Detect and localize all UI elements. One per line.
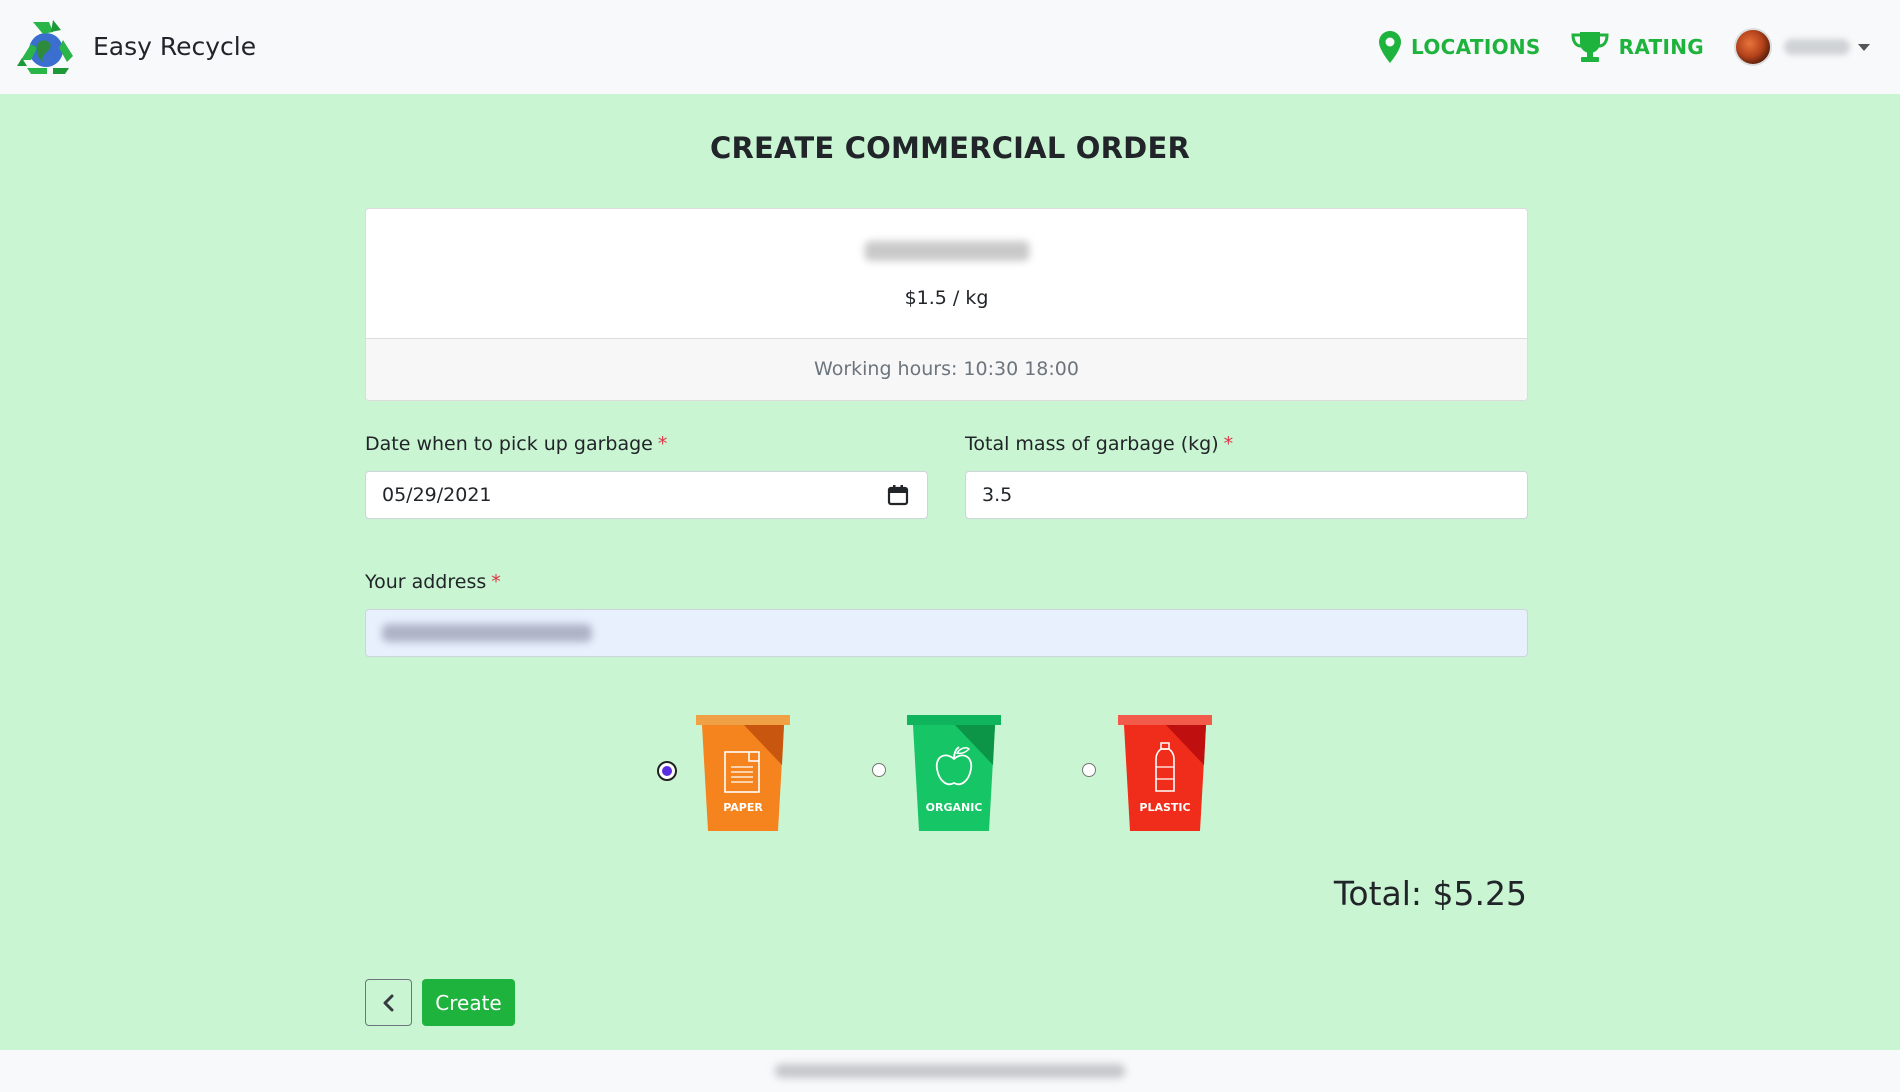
avatar: [1734, 28, 1772, 66]
date-input-value: 05/29/2021: [382, 484, 492, 506]
location-card-body: $1.5 / kg: [366, 209, 1527, 339]
location-price: $1.5 / kg: [904, 287, 989, 309]
location-card: $1.5 / kg Working hours: 10:30 18:00: [365, 208, 1528, 401]
date-label-text: Date when to pick up garbage: [365, 433, 653, 455]
trophy-icon: [1571, 32, 1609, 62]
map-pin-icon: [1379, 31, 1402, 63]
brand[interactable]: Easy Recycle: [13, 16, 256, 76]
page-title: CREATE COMMERCIAL ORDER: [710, 131, 1190, 165]
required-mark: *: [491, 571, 501, 593]
order-total: Total: $5.25: [1333, 874, 1527, 913]
create-button[interactable]: Create: [422, 979, 515, 1026]
mass-label-text: Total mass of garbage (kg): [965, 433, 1219, 455]
mass-field-label: Total mass of garbage (kg) *: [965, 433, 1233, 455]
working-hours: Working hours: 10:30 18:00: [366, 338, 1527, 400]
date-input[interactable]: 05/29/2021: [365, 471, 928, 519]
nav-locations-link[interactable]: LOCATIONS: [1379, 31, 1541, 63]
address-field-label: Your address *: [365, 571, 501, 593]
required-mark: *: [657, 433, 668, 455]
paper-bin-label: PAPER: [723, 801, 763, 814]
paper-bin-icon[interactable]: PAPER: [696, 715, 790, 831]
paper-radio[interactable]: [657, 761, 677, 781]
recycle-logo-icon: [17, 20, 73, 74]
page-footer: [0, 1050, 1900, 1092]
organic-bin-label: ORGANIC: [926, 801, 983, 814]
required-mark: *: [1223, 433, 1234, 455]
organic-bin-icon[interactable]: ORGANIC: [907, 715, 1001, 831]
organic-radio[interactable]: [872, 763, 886, 777]
address-input[interactable]: [365, 609, 1528, 657]
nav-locations-label: LOCATIONS: [1411, 35, 1541, 59]
user-menu[interactable]: [1734, 28, 1870, 66]
back-button[interactable]: [365, 979, 412, 1026]
plastic-bin-label: PLASTIC: [1139, 801, 1190, 814]
location-address-redacted: [864, 241, 1029, 261]
username-redacted: [1784, 39, 1850, 55]
address-label-text: Your address: [365, 571, 487, 593]
nav-rating-link[interactable]: RATING: [1571, 31, 1704, 63]
mass-input-value: 3.5: [982, 484, 1013, 506]
nav-rating-label: RATING: [1618, 35, 1704, 59]
chevron-down-icon: [1858, 43, 1870, 51]
calendar-icon[interactable]: [887, 484, 909, 506]
address-value-redacted: [382, 624, 592, 642]
plastic-bin-icon[interactable]: PLASTIC: [1118, 715, 1212, 831]
nav-right: LOCATIONS RATING: [1379, 24, 1870, 70]
chevron-left-icon: [383, 994, 393, 1011]
date-field-label: Date when to pick up garbage *: [365, 433, 667, 455]
footer-text-redacted: [775, 1064, 1125, 1078]
app-name: Easy Recycle: [93, 31, 257, 61]
navbar: Easy Recycle LOCATIONS RATING: [0, 0, 1900, 94]
mass-input[interactable]: 3.5: [965, 471, 1528, 519]
plastic-radio[interactable]: [1082, 763, 1096, 777]
